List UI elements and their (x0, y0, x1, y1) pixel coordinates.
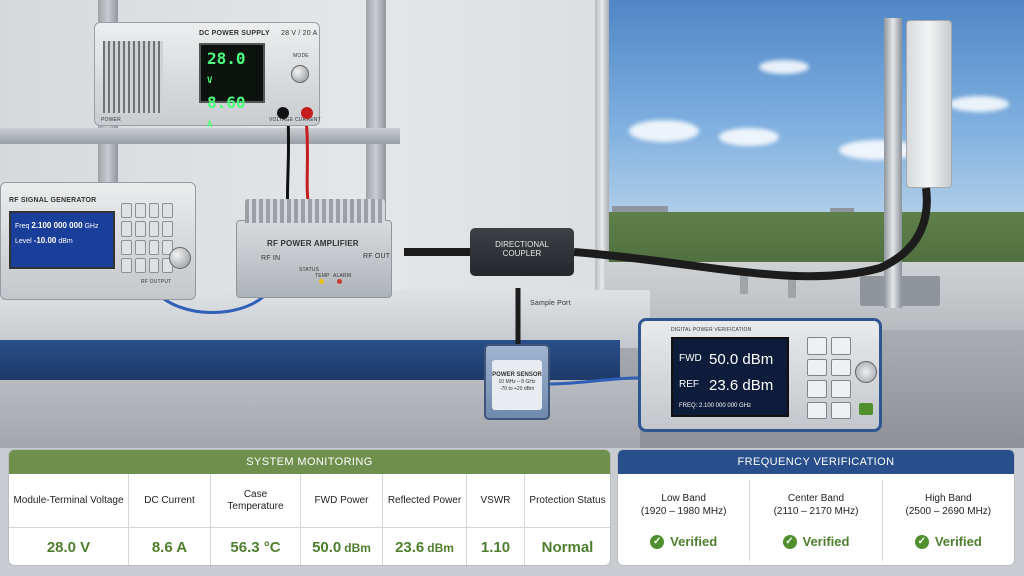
coupler-antenna-cable (573, 187, 931, 281)
power-sensor: POWER SENSOR 10 MHz – 8 GHz -70 to +20 d… (484, 344, 550, 420)
check-circle-icon: ✓ (650, 534, 665, 549)
band-label: High Band (2500 – 2690 MHz) (905, 493, 992, 517)
temp-led-icon (319, 279, 324, 284)
column-label: DC Current (129, 474, 210, 528)
sg-level-value: -10.00 (33, 236, 57, 245)
column-value: 8.6 A (151, 539, 188, 556)
psu-rating: 28 V / 20 A (281, 30, 318, 37)
system-monitoring-title: SYSTEM MONITORING (9, 450, 610, 474)
sample-port-label: Sample Port (530, 300, 571, 307)
column-value: Normal (541, 539, 594, 556)
rf-out-label: RF OUT (363, 253, 391, 260)
vent-grille (103, 41, 163, 113)
sensor-meter-cable (549, 376, 639, 386)
temp-label: TEMP (315, 273, 330, 279)
column-value: 23.6 dBm (395, 539, 454, 556)
table-column: Case Temperature 56.3 °C (211, 474, 301, 565)
rf-in-label: RF IN (261, 255, 281, 262)
band-status: ✓ Verified (914, 534, 982, 549)
band-column: Low Band (1920 – 1980 MHz) ✓ Verified (618, 480, 751, 561)
band-status: ✓ Verified (650, 534, 717, 549)
sg-level-unit: dBm (58, 238, 73, 245)
column-label: Module-Terminal Voltage (9, 474, 128, 528)
table-column: VSWR 1.10 (467, 474, 525, 565)
rf-output-label: RF OUTPUT (141, 279, 172, 285)
pm-power-icon[interactable] (859, 403, 873, 415)
psu-title: DC POWER SUPPLY (199, 30, 270, 37)
rf-signal-generator: RF SIGNAL GENERATOR Freq 2.100 000 000 G… (0, 182, 196, 300)
power-switch-label: POWER (101, 117, 121, 123)
black-terminal[interactable] (277, 107, 289, 119)
voltage-knob[interactable] (291, 65, 309, 83)
system-monitoring-table: Module-Terminal Voltage 28.0 V DC Curren… (9, 474, 610, 565)
column-label: Case Temperature (211, 474, 300, 528)
dc-cable-black (285, 117, 291, 213)
pm-fwd-label: FWD (679, 353, 702, 364)
alarm-label: ALARM (333, 273, 352, 279)
sg-freq-unit: GHz (84, 223, 99, 230)
check-circle-icon: ✓ (782, 534, 797, 549)
sensor-spec-power: -70 to +20 dBm (499, 386, 535, 392)
column-label: Reflected Power (383, 474, 466, 528)
psu-voltage-unit: V (207, 76, 213, 86)
pm-keys[interactable] (807, 337, 851, 419)
column-label: VSWR (467, 474, 524, 528)
pm-title: DIGITAL POWER VERIFICATION (671, 327, 752, 333)
rf-power-amplifier: RF POWER AMPLIFIER RF IN RF OUT STATUS T… (236, 199, 392, 298)
band-column: High Band (2500 – 2690 MHz) ✓ Verified (883, 480, 1014, 561)
column-value: 50.0 dBm (312, 539, 371, 556)
frequency-verification-title: FREQUENCY VERIFICATION (618, 450, 1014, 474)
sensor-title: POWER SENSOR (492, 372, 542, 378)
check-circle-icon: ✓ (914, 534, 929, 549)
column-label: FWD Power (301, 474, 382, 528)
column-value: 56.3 °C (230, 539, 281, 556)
digital-power-meter: DIGITAL POWER VERIFICATION FWD 50.0 dBm … (638, 318, 882, 432)
heatsink-fins (245, 199, 385, 223)
amp-title: RF POWER AMPLIFIER (267, 239, 359, 248)
coupler-line2: COUPLER (502, 249, 542, 258)
dc-cable-red (304, 117, 312, 213)
band-column: Center Band (2110 – 2170 MHz) ✓ Verified (750, 480, 883, 561)
siggen-title: RF SIGNAL GENERATOR (9, 197, 97, 204)
psu-current-unit: A (207, 120, 213, 130)
siggen-screen: Freq 2.100 000 000 GHz Level -10.00 dBm (9, 211, 115, 269)
lab-scene: DC POWER SUPPLY 28 V / 20 A 28.0 V 8.60 … (0, 0, 1024, 448)
siggen-keypad[interactable] (121, 203, 173, 273)
dc-power-supply: DC POWER SUPPLY 28 V / 20 A 28.0 V 8.60 … (94, 22, 321, 130)
alarm-led-icon (337, 279, 342, 284)
sg-freq-label: Freq (15, 223, 30, 230)
table-column: Protection Status Normal (525, 474, 610, 565)
pm-screen: FWD 50.0 dBm REF 23.6 dBm FREQ: 2.100 00… (671, 337, 789, 417)
column-label: Protection Status (525, 474, 610, 528)
band-label: Center Band (2110 – 2170 MHz) (773, 493, 859, 517)
siggen-rotary-knob[interactable] (169, 247, 191, 269)
psu-display: 28.0 V 8.60 A (199, 43, 265, 130)
pm-navigation-pad[interactable] (855, 361, 877, 383)
table-column: FWD Power 50.0 dBm (301, 474, 383, 565)
frequency-verification-panel: FREQUENCY VERIFICATION Low Band (1920 – … (617, 449, 1015, 566)
column-value: 1.10 (480, 539, 511, 556)
sg-level-label: Level (15, 238, 32, 245)
pm-fwd-value: 50.0 dBm (709, 351, 774, 368)
psu-voltage-readout: 28.0 (207, 49, 246, 68)
column-value: 28.0 V (46, 539, 91, 556)
band-label: Low Band (1920 – 1980 MHz) (640, 493, 727, 517)
psu-current-readout: 8.60 (207, 93, 246, 112)
pm-ref-label: REF (679, 379, 699, 390)
frequency-verification-table: Low Band (1920 – 1980 MHz) ✓ Verified Ce… (618, 474, 1014, 565)
pm-ref-value: 23.6 dBm (709, 377, 774, 394)
sg-freq-value: 2.100 000 000 (31, 221, 83, 230)
pm-freq-readout: FREQ: 2.100 000 000 GHz (679, 403, 752, 409)
red-terminal[interactable] (301, 107, 313, 119)
table-column: DC Current 8.6 A (129, 474, 211, 565)
band-status: ✓ Verified (782, 534, 849, 549)
mode-label: MODE (293, 53, 309, 59)
table-column: Reflected Power 23.6 dBm (383, 474, 467, 565)
table-column: Module-Terminal Voltage 28.0 V (9, 474, 129, 565)
coupler-line1: DIRECTIONAL (495, 240, 549, 249)
system-monitoring-panel: SYSTEM MONITORING Module-Terminal Voltag… (8, 449, 611, 566)
sensor-spec-range: 10 MHz – 8 GHz (498, 379, 536, 385)
directional-coupler: DIRECTIONAL COUPLER (470, 228, 574, 276)
sensor-label-plate: POWER SENSOR 10 MHz – 8 GHz -70 to +20 d… (492, 360, 542, 410)
